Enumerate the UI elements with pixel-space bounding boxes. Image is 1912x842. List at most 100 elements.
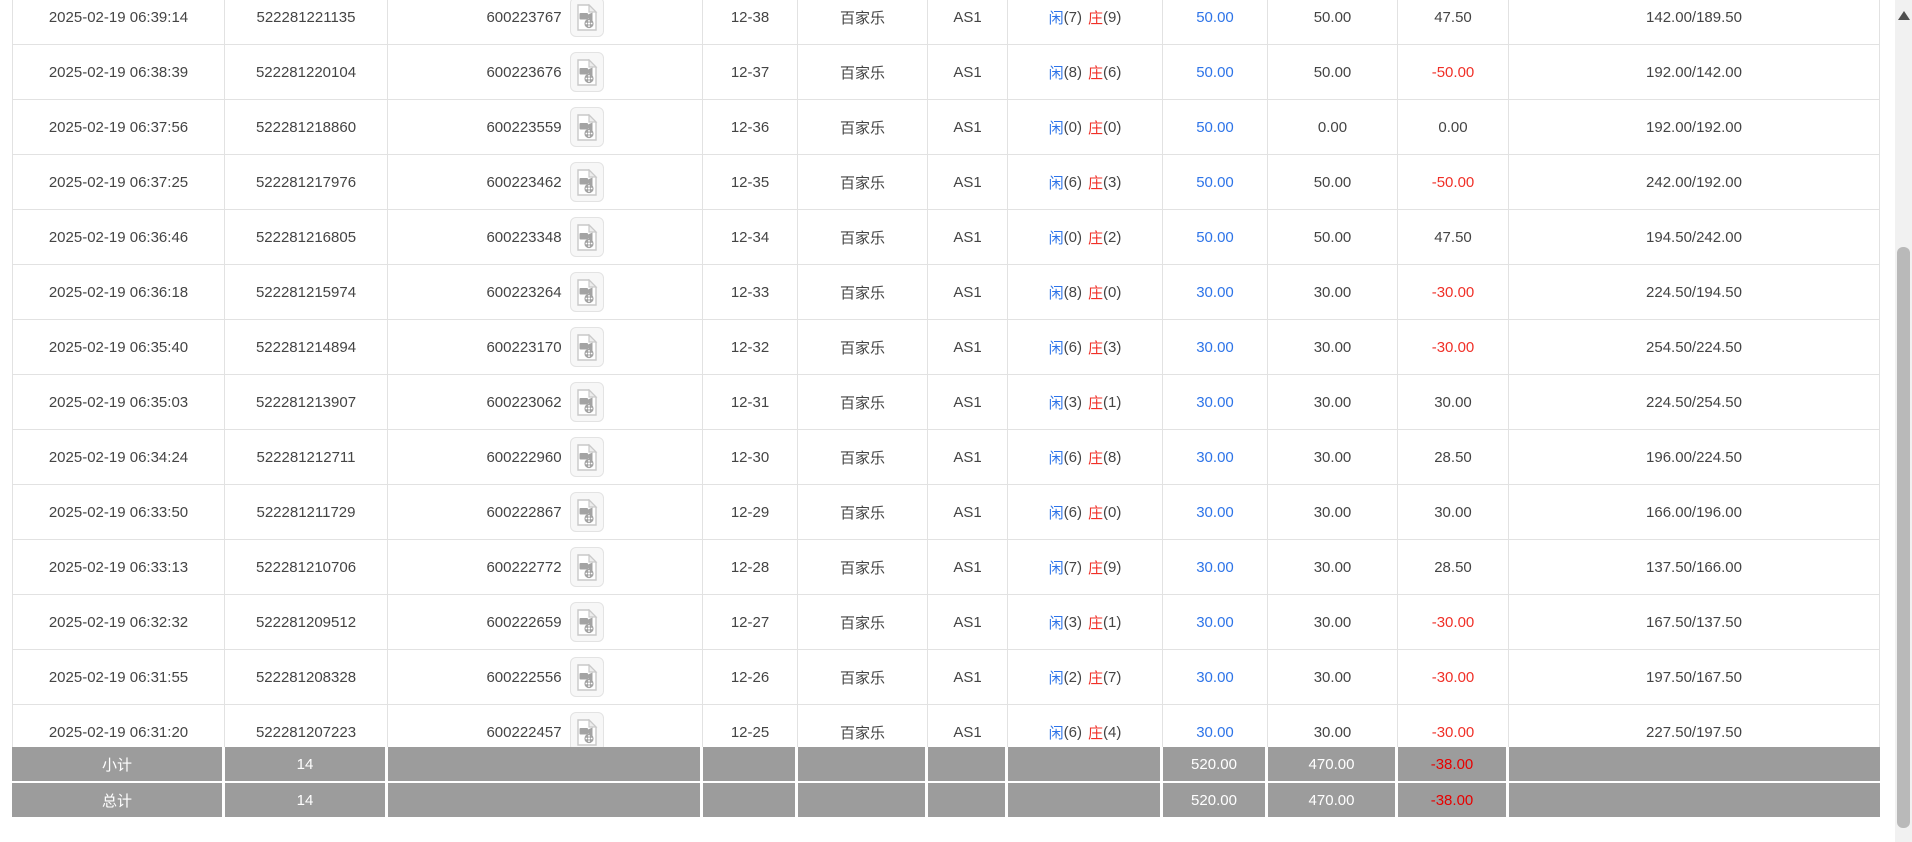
video-replay-button[interactable] bbox=[570, 492, 604, 532]
bet-amount-link[interactable]: 30.00 bbox=[1196, 394, 1234, 411]
game-number-cell: 600223264 bbox=[388, 265, 703, 319]
round-cell: 12-37 bbox=[703, 45, 798, 99]
game-number: 600223462 bbox=[486, 174, 561, 191]
subtotal-empty-cell bbox=[928, 747, 1008, 781]
video-replay-button[interactable] bbox=[570, 327, 604, 367]
video-record-icon bbox=[576, 279, 598, 306]
player-label: 闲 bbox=[1049, 667, 1064, 688]
result-cell: 闲(6) 庄(3) bbox=[1008, 320, 1163, 374]
game-number-cell: 600222867 bbox=[388, 485, 703, 539]
bet-amount-link[interactable]: 30.00 bbox=[1196, 669, 1234, 686]
video-replay-button[interactable] bbox=[570, 602, 604, 642]
bet-amount-link[interactable]: 30.00 bbox=[1196, 614, 1234, 631]
bet-amount-link[interactable]: 50.00 bbox=[1196, 64, 1234, 81]
valid-amount-cell: 30.00 bbox=[1268, 540, 1398, 594]
round-cell: 12-30 bbox=[703, 430, 798, 484]
player-score: (7) bbox=[1064, 9, 1082, 26]
banker-label: 庄 bbox=[1088, 117, 1103, 138]
table-name-cell: AS1 bbox=[928, 430, 1008, 484]
bet-amount-link[interactable]: 30.00 bbox=[1196, 504, 1234, 521]
bet-amount-link[interactable]: 30.00 bbox=[1196, 724, 1234, 741]
game-name-cell: 百家乐 bbox=[798, 320, 928, 374]
result-cell: 闲(0) 庄(2) bbox=[1008, 210, 1163, 264]
player-label: 闲 bbox=[1049, 557, 1064, 578]
bet-amount-link[interactable]: 50.00 bbox=[1196, 174, 1234, 191]
balance-cell: 192.00/142.00 bbox=[1509, 45, 1880, 99]
order-number-cell: 522281210706 bbox=[225, 540, 388, 594]
total-row: 总计 14 520.00 470.00 -38.00 bbox=[12, 783, 1880, 817]
video-record-icon bbox=[576, 609, 598, 636]
player-score: (7) bbox=[1064, 559, 1082, 576]
video-replay-button[interactable] bbox=[570, 162, 604, 202]
balance-cell: 242.00/192.00 bbox=[1509, 155, 1880, 209]
player-label: 闲 bbox=[1049, 227, 1064, 248]
table-name-cell: AS1 bbox=[928, 595, 1008, 649]
video-replay-button[interactable] bbox=[570, 0, 604, 37]
video-replay-button[interactable] bbox=[570, 217, 604, 257]
bet-amount-cell: 50.00 bbox=[1163, 155, 1268, 209]
bet-amount-cell: 50.00 bbox=[1163, 0, 1268, 44]
game-name-cell: 百家乐 bbox=[798, 265, 928, 319]
scrollbar-thumb[interactable] bbox=[1897, 247, 1910, 828]
total-label: 总计 bbox=[12, 783, 225, 817]
total-empty-cell bbox=[928, 783, 1008, 817]
video-replay-button[interactable] bbox=[570, 107, 604, 147]
video-replay-button[interactable] bbox=[570, 272, 604, 312]
bet-amount-cell: 30.00 bbox=[1163, 265, 1268, 319]
total-winloss: -38.00 bbox=[1398, 783, 1509, 817]
banker-score: (3) bbox=[1103, 174, 1121, 191]
game-number: 600223559 bbox=[486, 119, 561, 136]
order-number-cell: 522281209512 bbox=[225, 595, 388, 649]
bet-amount-link[interactable]: 50.00 bbox=[1196, 229, 1234, 246]
bet-amount-cell: 30.00 bbox=[1163, 650, 1268, 704]
video-replay-button[interactable] bbox=[570, 382, 604, 422]
video-record-icon bbox=[576, 114, 598, 141]
game-name-cell: 百家乐 bbox=[798, 430, 928, 484]
game-name-cell: 百家乐 bbox=[798, 100, 928, 154]
round-cell: 12-28 bbox=[703, 540, 798, 594]
video-replay-button[interactable] bbox=[570, 657, 604, 697]
result-cell: 闲(7) 庄(9) bbox=[1008, 540, 1163, 594]
bet-amount-link[interactable]: 30.00 bbox=[1196, 449, 1234, 466]
banker-score: (0) bbox=[1103, 504, 1121, 521]
player-label: 闲 bbox=[1049, 282, 1064, 303]
game-number: 600223170 bbox=[486, 339, 561, 356]
bet-time-cell: 2025-02-19 06:33:50 bbox=[12, 485, 225, 539]
table-row: 2025-02-19 06:36:46 522281216805 6002233… bbox=[12, 210, 1880, 265]
banker-score: (3) bbox=[1103, 339, 1121, 356]
video-replay-button[interactable] bbox=[570, 547, 604, 587]
balance-cell: 224.50/194.50 bbox=[1509, 265, 1880, 319]
video-record-icon bbox=[576, 224, 598, 251]
table-name-cell: AS1 bbox=[928, 485, 1008, 539]
player-label: 闲 bbox=[1049, 7, 1064, 28]
round-cell: 12-38 bbox=[703, 0, 798, 44]
video-record-icon bbox=[576, 499, 598, 526]
result-cell: 闲(2) 庄(7) bbox=[1008, 650, 1163, 704]
banker-label: 庄 bbox=[1088, 227, 1103, 248]
subtotal-count: 14 bbox=[225, 747, 388, 781]
bet-amount-cell: 30.00 bbox=[1163, 375, 1268, 429]
game-number: 600223767 bbox=[486, 9, 561, 26]
round-cell: 12-35 bbox=[703, 155, 798, 209]
table-row: 2025-02-19 06:37:56 522281218860 6002235… bbox=[12, 100, 1880, 155]
vertical-scrollbar[interactable] bbox=[1895, 0, 1912, 842]
table-row: 2025-02-19 06:33:50 522281211729 6002228… bbox=[12, 485, 1880, 540]
player-score: (0) bbox=[1064, 229, 1082, 246]
balance-cell: 142.00/189.50 bbox=[1509, 0, 1880, 44]
bet-amount-link[interactable]: 30.00 bbox=[1196, 559, 1234, 576]
bet-amount-link[interactable]: 30.00 bbox=[1196, 339, 1234, 356]
table-row: 2025-02-19 06:35:40 522281214894 6002231… bbox=[12, 320, 1880, 375]
video-replay-button[interactable] bbox=[570, 712, 604, 752]
video-record-icon bbox=[576, 444, 598, 471]
video-replay-button[interactable] bbox=[570, 52, 604, 92]
video-replay-button[interactable] bbox=[570, 437, 604, 477]
bet-amount-link[interactable]: 50.00 bbox=[1196, 9, 1234, 26]
bet-amount-link[interactable]: 30.00 bbox=[1196, 284, 1234, 301]
valid-amount-cell: 30.00 bbox=[1268, 375, 1398, 429]
winloss-cell: 47.50 bbox=[1398, 210, 1509, 264]
game-number-cell: 600222772 bbox=[388, 540, 703, 594]
scroll-up-arrow-icon[interactable] bbox=[1898, 11, 1910, 20]
game-number-cell: 600223170 bbox=[388, 320, 703, 374]
bet-amount-link[interactable]: 50.00 bbox=[1196, 119, 1234, 136]
table-row: 2025-02-19 06:37:25 522281217976 6002234… bbox=[12, 155, 1880, 210]
